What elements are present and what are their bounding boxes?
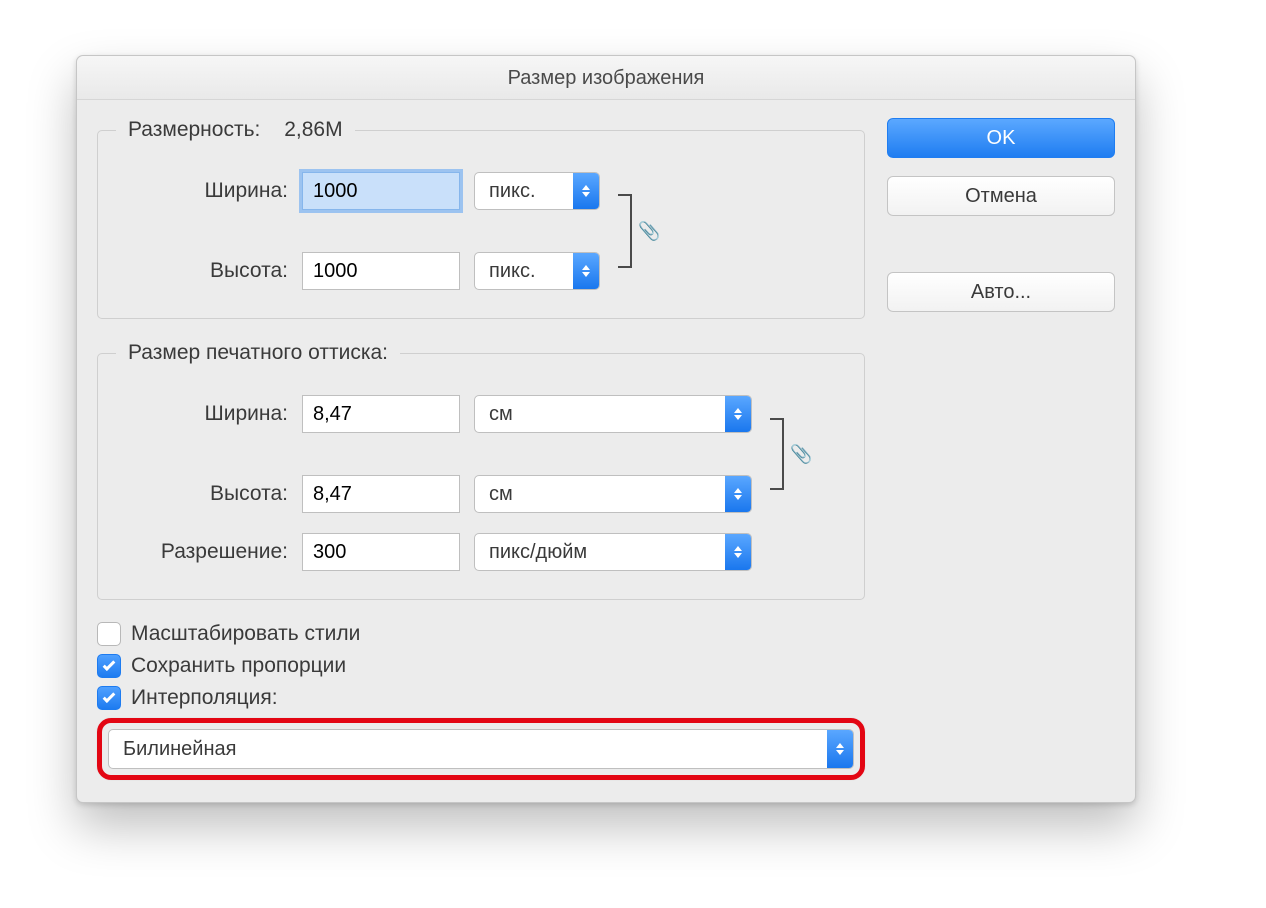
dialog-title: Размер изображения — [77, 56, 1135, 100]
scale-styles-checkbox[interactable] — [97, 622, 121, 646]
print-size-group: Размер печатного оттиска: Ширина: см — [97, 341, 865, 600]
constrain-proportions-label: Сохранить пропорции — [131, 654, 346, 678]
chevron-updown-icon — [725, 534, 751, 570]
constrain-link-icon: 📎 — [618, 194, 660, 268]
pixel-width-input[interactable] — [302, 172, 460, 210]
print-width-unit-value: см — [475, 403, 725, 426]
chevron-updown-icon — [573, 173, 599, 209]
print-height-unit-value: см — [475, 483, 725, 506]
resolution-label: Разрешение: — [116, 540, 288, 564]
print-size-legend: Размер печатного оттиска: — [116, 341, 400, 365]
pixel-width-unit-select[interactable]: пикс. — [474, 172, 600, 210]
pixel-dimensions-legend: Размерность: 2,86M — [116, 118, 355, 142]
print-width-label: Ширина: — [116, 402, 288, 426]
pixel-height-unit-select[interactable]: пикс. — [474, 252, 600, 290]
interpolation-label: Интерполяция: — [131, 686, 278, 710]
pixel-height-unit-value: пикс. — [475, 260, 573, 283]
print-height-label: Высота: — [116, 482, 288, 506]
height-label: Высота: — [116, 259, 288, 283]
image-size-dialog: Размер изображения Размерность: 2,86M Ши… — [76, 55, 1136, 803]
ok-button[interactable]: OK — [887, 118, 1115, 158]
constrain-link-icon: 📎 — [770, 418, 812, 490]
print-height-unit-select[interactable]: см — [474, 475, 752, 513]
interpolation-select[interactable]: Билинейная — [108, 729, 854, 769]
chevron-updown-icon — [725, 476, 751, 512]
interpolation-value: Билинейная — [109, 738, 827, 761]
scale-styles-label: Масштабировать стили — [131, 622, 360, 646]
cancel-button[interactable]: Отмена — [887, 176, 1115, 216]
pixel-width-unit-value: пикс. — [475, 180, 573, 203]
resolution-input[interactable] — [302, 533, 460, 571]
chevron-updown-icon — [573, 253, 599, 289]
constrain-proportions-checkbox[interactable] — [97, 654, 121, 678]
interpolation-checkbox[interactable] — [97, 686, 121, 710]
print-height-input[interactable] — [302, 475, 460, 513]
chevron-updown-icon — [725, 396, 751, 432]
interpolation-highlight: Билинейная — [97, 718, 865, 780]
print-width-unit-select[interactable]: см — [474, 395, 752, 433]
auto-button[interactable]: Авто... — [887, 272, 1115, 312]
width-label: Ширина: — [116, 179, 288, 203]
print-width-input[interactable] — [302, 395, 460, 433]
pixel-dimensions-label: Размерность: — [128, 118, 260, 141]
resolution-unit-select[interactable]: пикс/дюйм — [474, 533, 752, 571]
pixel-dimensions-group: Размерность: 2,86M Ширина: пикс. — [97, 118, 865, 319]
chevron-updown-icon — [827, 730, 853, 768]
file-size-value: 2,86M — [284, 118, 342, 141]
pixel-height-input[interactable] — [302, 252, 460, 290]
resolution-unit-value: пикс/дюйм — [475, 541, 725, 564]
